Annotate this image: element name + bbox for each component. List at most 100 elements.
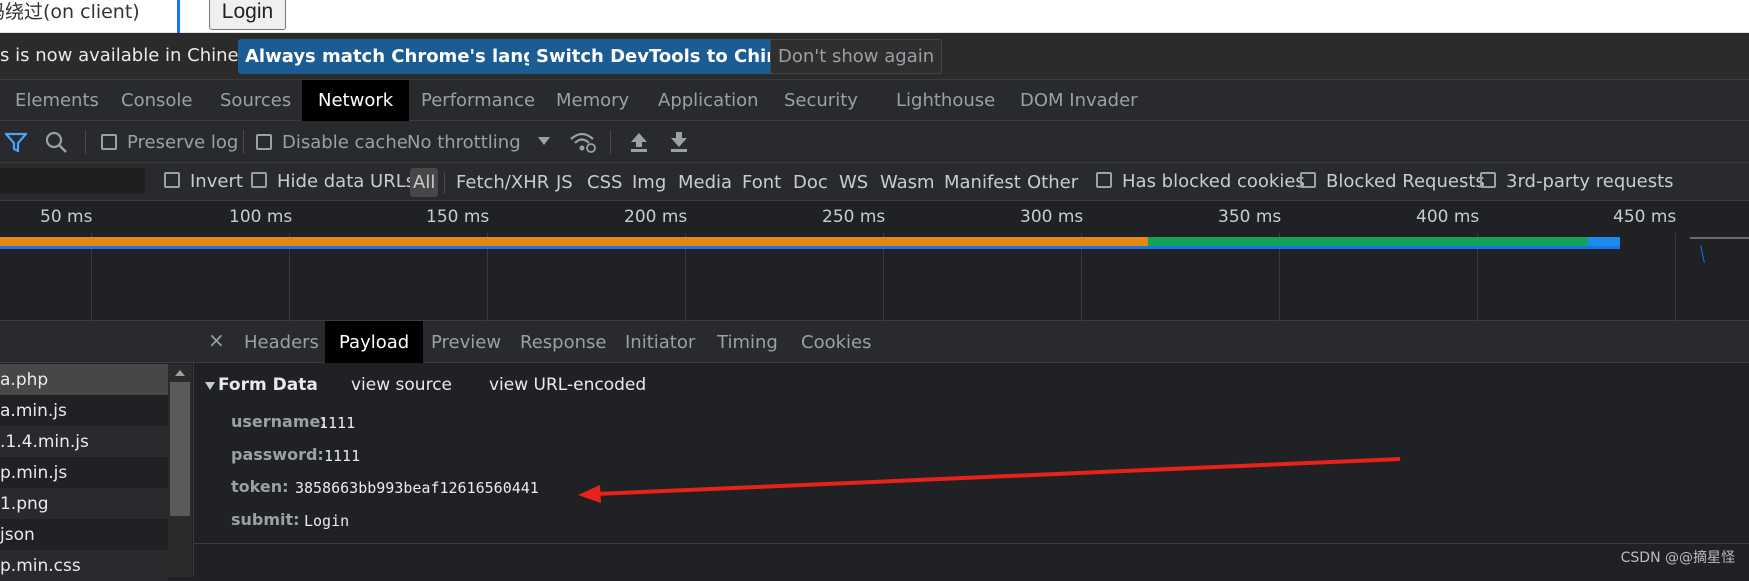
tab-dom-invader[interactable]: DOM Invader bbox=[1020, 80, 1138, 121]
preserve-log-label: Preserve log bbox=[127, 132, 239, 153]
tab-lighthouse[interactable]: Lighthouse bbox=[896, 80, 995, 121]
request-row[interactable]: a.min.js bbox=[0, 395, 168, 426]
network-conditions-icon[interactable] bbox=[569, 130, 597, 154]
tab-sources[interactable]: Sources bbox=[220, 80, 291, 121]
timeline-overview-mini bbox=[1690, 237, 1749, 239]
filter-type-font[interactable]: Font bbox=[742, 168, 781, 197]
disable-cache-checkbox[interactable] bbox=[256, 134, 272, 150]
tab-cookies[interactable]: Cookies bbox=[801, 321, 871, 363]
filter-type-ws[interactable]: WS bbox=[839, 168, 868, 197]
tick-label: 200 ms bbox=[624, 207, 688, 227]
tab-preview[interactable]: Preview bbox=[431, 321, 501, 363]
blocked-requests-checkbox[interactable] bbox=[1300, 172, 1316, 188]
filter-type-other[interactable]: Other bbox=[1027, 168, 1078, 197]
filter-input[interactable] bbox=[0, 168, 145, 194]
filter-type-all[interactable]: All bbox=[410, 168, 439, 197]
hide-data-urls-checkbox[interactable] bbox=[251, 172, 267, 188]
field-value-password: 1111 bbox=[324, 447, 361, 465]
tab-network[interactable]: Network bbox=[302, 80, 410, 121]
toolbar-divider bbox=[85, 130, 86, 154]
field-key-token: token: bbox=[231, 477, 289, 496]
tick-label: 300 ms bbox=[1020, 207, 1084, 227]
field-key-password: password: bbox=[231, 445, 324, 464]
invert-label: Invert bbox=[190, 171, 243, 192]
network-toolbar: Preserve log Disable cache No throttling bbox=[0, 121, 1749, 163]
page-strip: 码绕过(on client) Login bbox=[0, 0, 1749, 33]
language-message: s is now available in Chinese! bbox=[0, 45, 267, 66]
search-icon[interactable] bbox=[45, 131, 67, 153]
filter-type-js[interactable]: JS bbox=[556, 168, 573, 197]
request-row[interactable]: p.min.css bbox=[0, 550, 168, 581]
filter-icon[interactable] bbox=[5, 132, 27, 152]
timeline-overview-mini-mark bbox=[1700, 245, 1705, 263]
timeline-gridline bbox=[1675, 233, 1676, 321]
tick-label: 250 ms bbox=[822, 207, 886, 227]
hide-data-urls-label: Hide data URLs bbox=[277, 171, 416, 192]
export-har-icon[interactable] bbox=[669, 131, 689, 153]
tab-memory[interactable]: Memory bbox=[556, 80, 629, 121]
tab-elements[interactable]: Elements bbox=[15, 80, 99, 121]
request-list-header bbox=[0, 321, 194, 363]
tick-label: 350 ms bbox=[1218, 207, 1282, 227]
page-login-button[interactable]: Login bbox=[209, 0, 286, 30]
filter-type-wasm[interactable]: Wasm bbox=[880, 168, 935, 197]
tick-label: 50 ms bbox=[40, 207, 93, 227]
view-url-encoded-link[interactable]: view URL-encoded bbox=[489, 375, 646, 395]
filter-type-media[interactable]: Media bbox=[678, 168, 732, 197]
request-row[interactable]: json bbox=[0, 519, 168, 550]
timeline-bar-content bbox=[1588, 237, 1620, 246]
request-row[interactable]: 1.png bbox=[0, 488, 168, 519]
tab-security[interactable]: Security bbox=[784, 80, 858, 121]
page-hint-text: 码绕过(on client) bbox=[0, 1, 140, 23]
invert-checkbox[interactable] bbox=[164, 172, 180, 188]
field-value-submit: Login bbox=[304, 512, 350, 530]
tab-response[interactable]: Response bbox=[520, 321, 606, 363]
filter-type-img[interactable]: Img bbox=[632, 168, 666, 197]
tab-payload[interactable]: Payload bbox=[325, 321, 424, 363]
field-key-username: username: bbox=[231, 412, 327, 431]
filter-type-fetch-xhr[interactable]: Fetch/XHR bbox=[456, 168, 549, 197]
tab-application[interactable]: Application bbox=[658, 80, 759, 121]
filter-divider bbox=[444, 172, 445, 194]
triangle-down-icon[interactable] bbox=[204, 381, 216, 391]
page-divider bbox=[177, 0, 180, 33]
request-row[interactable]: a.php bbox=[0, 364, 168, 395]
filter-type-css[interactable]: CSS bbox=[587, 168, 622, 197]
language-infobar: s is now available in Chinese! Always ma… bbox=[0, 33, 1749, 80]
scroll-up-icon[interactable] bbox=[174, 369, 186, 377]
field-value-username: 1111 bbox=[319, 414, 356, 432]
field-value-token: 3858663bb993beaf12616560441 bbox=[295, 479, 539, 497]
timeline-bar-waiting bbox=[0, 237, 1148, 246]
request-list-scrollbar[interactable] bbox=[168, 364, 192, 577]
dont-show-again-button[interactable]: Don't show again bbox=[770, 39, 943, 74]
view-source-link[interactable]: view source bbox=[351, 375, 452, 395]
filter-type-manifest[interactable]: Manifest bbox=[944, 168, 1021, 197]
close-icon[interactable]: × bbox=[208, 328, 225, 352]
third-party-requests-label: 3rd-party requests bbox=[1506, 171, 1674, 192]
tab-timing[interactable]: Timing bbox=[717, 321, 778, 363]
third-party-requests-checkbox[interactable] bbox=[1480, 172, 1496, 188]
preserve-log-checkbox[interactable] bbox=[101, 134, 117, 150]
throttling-select[interactable]: No throttling bbox=[407, 132, 521, 153]
tick-label: 100 ms bbox=[229, 207, 293, 227]
devtools-main-tabs: Elements Console Sources Network Perform… bbox=[0, 80, 1749, 121]
request-row[interactable]: p.min.js bbox=[0, 457, 168, 488]
timeline-overview[interactable]: 50 ms 100 ms 150 ms 200 ms 250 ms 300 ms… bbox=[0, 201, 1749, 321]
scrollbar-thumb[interactable] bbox=[170, 382, 190, 516]
tab-headers[interactable]: Headers bbox=[244, 321, 319, 363]
import-har-icon[interactable] bbox=[629, 131, 649, 153]
field-key-submit: submit: bbox=[231, 510, 300, 529]
tab-console[interactable]: Console bbox=[121, 80, 192, 121]
tick-label: 150 ms bbox=[426, 207, 490, 227]
tab-initiator[interactable]: Initiator bbox=[625, 321, 695, 363]
filter-type-doc[interactable]: Doc bbox=[793, 168, 828, 197]
tick-label: 400 ms bbox=[1416, 207, 1480, 227]
chevron-down-icon[interactable] bbox=[537, 136, 551, 146]
annotation-arrow bbox=[578, 457, 1401, 503]
has-blocked-cookies-checkbox[interactable] bbox=[1096, 172, 1112, 188]
disable-cache-label: Disable cache bbox=[282, 132, 408, 153]
form-data-title[interactable]: Form Data bbox=[218, 375, 318, 395]
filter-bar: Invert Hide data URLs All Fetch/XHR JS C… bbox=[0, 163, 1749, 201]
request-row[interactable]: .1.4.min.js bbox=[0, 426, 168, 457]
tab-performance[interactable]: Performance bbox=[421, 80, 535, 121]
